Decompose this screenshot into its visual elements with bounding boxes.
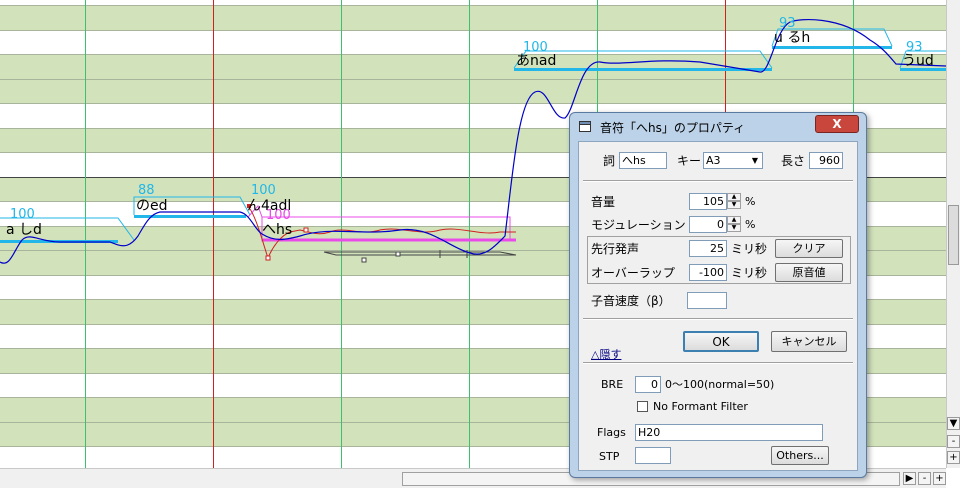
scroll-down-button[interactable]: ▼ xyxy=(947,417,960,430)
note-velocity: 100 xyxy=(266,208,291,223)
modulation-label: モジュレーション xyxy=(591,218,686,232)
note-lyric[interactable]: a しd xyxy=(6,223,42,237)
note-lyric[interactable]: うud xyxy=(902,54,934,68)
note-lyric[interactable]: のed xyxy=(136,199,168,213)
lyric-label: 詞 xyxy=(603,154,616,168)
divider xyxy=(583,362,853,364)
ok-button[interactable]: OK xyxy=(683,331,759,352)
h-zoom-minus-button[interactable]: - xyxy=(918,472,931,485)
consonant-velocity-label: 子音速度（β） xyxy=(591,294,671,308)
modulation-stepper[interactable]: ▲ ▼ xyxy=(727,216,741,233)
volume-stepper[interactable]: ▲ ▼ xyxy=(727,193,741,210)
modulation-field[interactable]: 0 xyxy=(689,216,727,233)
key-select[interactable]: A3 ▼ xyxy=(703,152,763,169)
chevron-down-icon: ▼ xyxy=(751,156,759,165)
cancel-button[interactable]: キャンセル xyxy=(771,331,847,352)
volume-label: 音量 xyxy=(591,195,616,209)
overlap-unit: ミリ秒 xyxy=(731,266,768,280)
no-formant-filter-checkbox[interactable] xyxy=(637,401,648,412)
note-velocity: 88 xyxy=(138,183,155,198)
bre-label: BRE xyxy=(601,378,624,391)
dialog-title: 音符「へhs」のプロパティ xyxy=(600,121,746,135)
window-icon xyxy=(579,121,591,132)
preutterance-unit: ミリ秒 xyxy=(731,242,768,256)
bre-hint: 0〜100(normal=50) xyxy=(665,378,775,391)
volume-field[interactable]: 105 xyxy=(689,193,727,210)
key-label: キー xyxy=(677,154,702,168)
zoom-minus-button[interactable]: - xyxy=(947,435,960,448)
scroll-right-button[interactable]: ▶ xyxy=(903,472,916,485)
others-button[interactable]: Others... xyxy=(771,446,829,465)
vertical-scrollbar[interactable]: ▼ - + xyxy=(946,0,960,468)
bre-field[interactable]: 0 xyxy=(635,376,661,393)
close-button[interactable]: X xyxy=(815,115,859,133)
divider xyxy=(583,180,853,182)
preutterance-label: 先行発声 xyxy=(591,242,640,256)
volume-unit: % xyxy=(745,195,756,208)
note-velocity: 100 xyxy=(10,207,35,222)
flags-field[interactable]: H20 xyxy=(635,424,823,441)
overlap-label: オーバーラップ xyxy=(591,266,675,280)
zoom-plus-button[interactable]: + xyxy=(947,451,960,464)
note-lyric[interactable]: あnad xyxy=(516,54,556,68)
clear-button[interactable]: クリア xyxy=(775,239,843,258)
stp-label: STP xyxy=(599,450,620,463)
lyric-field[interactable]: へhs xyxy=(619,152,667,169)
modulation-unit: % xyxy=(745,218,756,231)
note-lyric[interactable]: u るh xyxy=(774,31,810,45)
original-value-button[interactable]: 原音値 xyxy=(775,263,843,282)
note-lyric-selected[interactable]: へhs xyxy=(262,223,292,237)
divider xyxy=(583,318,853,320)
stp-field[interactable] xyxy=(635,447,671,464)
flags-label: Flags xyxy=(597,426,626,439)
note-velocity: 100 xyxy=(251,183,276,198)
vertical-scroll-thumb[interactable] xyxy=(948,205,959,265)
length-field[interactable]: 960 xyxy=(809,152,843,169)
note-properties-dialog[interactable]: 音符「へhs」のプロパティ X 詞 へhs キー A3 ▼ 長さ 960 音量 … xyxy=(569,112,867,478)
no-formant-filter-label: No Formant Filter xyxy=(653,400,748,413)
consonant-velocity-field[interactable] xyxy=(687,292,727,309)
note-velocity: 93 xyxy=(779,16,796,31)
preutterance-field[interactable]: 25 xyxy=(689,240,727,257)
hide-link[interactable]: △隠す xyxy=(591,346,621,362)
key-select-value: A3 xyxy=(706,154,721,167)
dialog-body: 詞 へhs キー A3 ▼ 長さ 960 音量 105 ▲ ▼ % モジュレーショ… xyxy=(578,141,858,471)
length-label: 長さ xyxy=(781,154,806,168)
overlap-field[interactable]: -100 xyxy=(689,264,727,281)
h-zoom-plus-button[interactable]: + xyxy=(933,472,946,485)
